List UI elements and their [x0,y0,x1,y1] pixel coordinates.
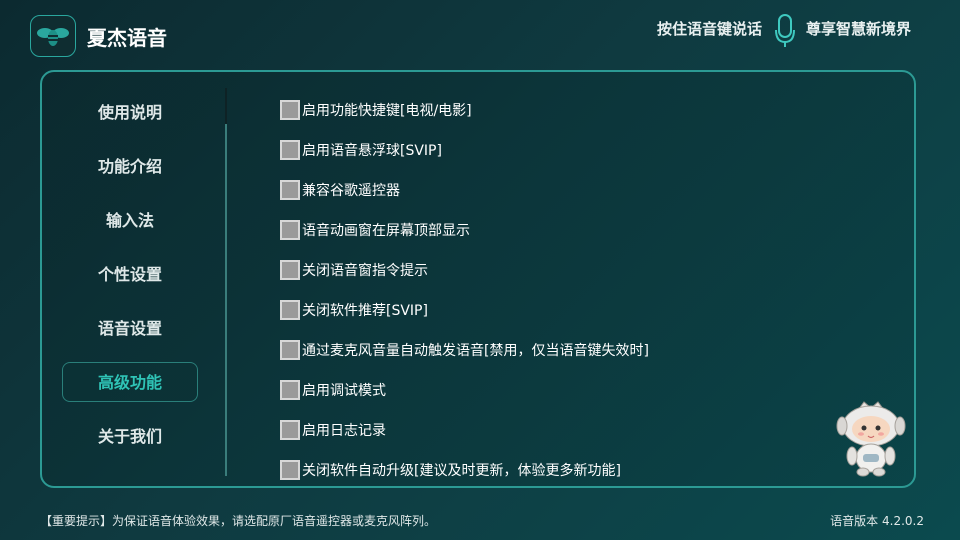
checkbox[interactable] [280,140,300,160]
sidebar-item-usage[interactable]: 使用说明 [62,92,198,132]
bee-logo-icon [30,15,76,57]
checkbox[interactable] [280,340,300,360]
option-disable-auto-update[interactable]: 关闭软件自动升级[建议及时更新，体验更多新功能] [280,450,649,490]
option-logging[interactable]: 启用日志记录 [280,410,649,450]
checkbox[interactable] [280,420,300,440]
checkbox[interactable] [280,220,300,240]
sidebar-item-advanced[interactable]: 高级功能 [62,362,198,402]
option-label: 启用调试模式 [302,383,386,399]
option-mic-volume-trigger[interactable]: 通过麦克风音量自动触发语音[禁用，仅当语音键失效时] [280,330,649,370]
sidebar-item-features[interactable]: 功能介绍 [62,146,198,186]
sidebar-item-personal-settings[interactable]: 个性设置 [62,254,198,294]
robot-mascot-icon [836,400,906,478]
settings-panel: 使用说明 功能介绍 输入法 个性设置 语音设置 高级功能 关于我们 启用功能快捷… [40,70,916,488]
checkbox[interactable] [280,260,300,280]
option-label: 启用日志记录 [302,423,386,439]
slogan: 尊享智慧新境界 [806,20,912,38]
sidebar-divider-highlight [225,88,227,124]
voice-key-hint: 按住语音键说话 [657,20,763,38]
option-hide-command-hints[interactable]: 关闭语音窗指令提示 [280,250,649,290]
checkbox[interactable] [280,460,300,480]
checkbox[interactable] [280,100,300,120]
microphone-icon [774,14,796,48]
sidebar-item-about[interactable]: 关于我们 [62,416,198,456]
advanced-options-list: 启用功能快捷键[电视/电影] 启用语音悬浮球[SVIP] 兼容谷歌遥控器 语音动… [280,90,649,490]
sidebar-divider [225,88,227,476]
sidebar-item-input-method[interactable]: 输入法 [62,200,198,240]
option-label: 启用语音悬浮球[SVIP] [302,143,442,159]
version-info: 语音版本 4.2.0.2 [830,512,924,529]
header: 夏杰语音 按住语音键说话 尊享智慧新境界 [0,0,960,70]
sidebar-item-voice-settings[interactable]: 语音设置 [62,308,198,348]
option-label: 关闭软件推荐[SVIP] [302,303,428,319]
version-number: 4.2.0.2 [882,514,924,528]
option-label: 兼容谷歌遥控器 [302,183,400,199]
option-disable-recommendations[interactable]: 关闭软件推荐[SVIP] [280,290,649,330]
important-tip: 【重要提示】为保证语音体验效果，请选配原厂语音遥控器或麦克风阵列。 [40,514,437,528]
option-shortcut-keys[interactable]: 启用功能快捷键[电视/电影] [280,90,649,130]
option-label: 关闭软件自动升级[建议及时更新，体验更多新功能] [302,463,621,479]
option-label: 关闭语音窗指令提示 [302,263,428,279]
checkbox[interactable] [280,300,300,320]
option-label: 通过麦克风音量自动触发语音[禁用，仅当语音键失效时] [302,343,649,359]
sidebar: 使用说明 功能介绍 输入法 个性设置 语音设置 高级功能 关于我们 [62,92,198,470]
option-google-remote[interactable]: 兼容谷歌遥控器 [280,170,649,210]
version-label: 语音版本 [830,514,879,528]
option-label: 语音动画窗在屏幕顶部显示 [302,223,470,239]
checkbox[interactable] [280,380,300,400]
option-debug-mode[interactable]: 启用调试模式 [280,370,649,410]
app-title: 夏杰语音 [87,26,167,50]
option-label: 启用功能快捷键[电视/电影] [302,103,472,119]
option-floating-ball[interactable]: 启用语音悬浮球[SVIP] [280,130,649,170]
checkbox[interactable] [280,180,300,200]
option-animation-top[interactable]: 语音动画窗在屏幕顶部显示 [280,210,649,250]
